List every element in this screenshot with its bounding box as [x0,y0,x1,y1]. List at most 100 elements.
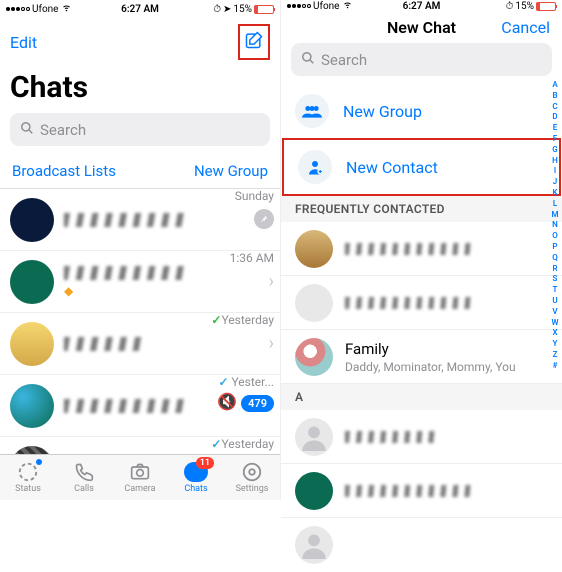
index-letter[interactable]: E [549,123,561,134]
chat-row[interactable]: ◆ 1:36 AM › [0,251,280,313]
search-input[interactable]: Search [10,113,270,146]
avatar [295,338,333,376]
clock: 6:27 AM [403,1,441,12]
index-letter[interactable]: O [549,231,561,242]
index-letter[interactable]: F [549,134,561,145]
index-letter[interactable]: # [549,361,561,372]
frequently-contacted-header: FREQUENTLY CONTACTED [281,196,562,222]
index-letter[interactable]: G [549,145,561,156]
status-bar: Ufone 6:27 AM ⏱ ➤ 15% [0,0,280,18]
index-letter[interactable]: Y [549,339,561,350]
battery-pct: 15% [233,4,252,15]
index-letter[interactable]: U [549,296,561,307]
search-icon [20,120,34,139]
tab-chats[interactable]: 11 Chats [168,455,224,500]
tab-label: Calls [74,484,94,494]
cancel-button[interactable]: Cancel [501,18,550,37]
chat-name-redacted [64,266,184,280]
index-letter[interactable]: N [549,220,561,231]
pinned-icon [254,209,274,229]
index-letter[interactable]: W [549,318,561,329]
tab-camera[interactable]: Camera [112,455,168,500]
compose-icon[interactable] [244,35,264,54]
tab-status[interactable]: Status [0,455,56,500]
search-icon [301,50,315,69]
contact-row-family[interactable]: Family Daddy, Mominator, Mommy, You [281,330,562,384]
index-letter[interactable]: P [549,242,561,253]
tab-label: Camera [124,484,155,494]
avatar-placeholder [295,526,333,564]
chat-row[interactable]: ✓ Yester... 🔇 479 › [0,375,280,437]
chats-screen: Ufone 6:27 AM ⏱ ➤ 15% Edit Chats Search … [0,0,281,500]
index-letter[interactable]: C [549,102,561,113]
contact-row[interactable] [281,222,562,276]
index-letter[interactable]: V [549,307,561,318]
contact-name-redacted [345,485,475,497]
chat-name-redacted [64,337,144,351]
chat-row[interactable]: Sunday › [0,189,280,251]
index-letter[interactable]: L [549,199,561,210]
contact-row[interactable] [281,410,562,464]
edit-button[interactable]: Edit [10,33,37,52]
avatar [10,384,54,428]
new-group-label: New Group [343,102,422,121]
index-letter[interactable]: J [549,177,561,188]
new-contact-row[interactable]: New Contact [284,140,559,194]
contact-row[interactable] [281,464,562,518]
tab-bar: Status Calls Camera 11 Chats Settings [0,454,280,500]
tab-settings[interactable]: Settings [224,455,280,500]
new-group-button[interactable]: New Group [194,162,268,180]
page-title: New Chat [387,18,456,37]
chat-time: ✓Yesterday [211,313,274,327]
chevron-right-icon: › [269,333,274,354]
chat-row[interactable]: ✓Yesterday › [0,437,280,454]
index-letter[interactable]: I [549,166,561,177]
index-letter[interactable]: H [549,156,561,167]
chat-row[interactable]: ✓Yesterday › [0,313,280,375]
index-letter[interactable]: M [549,210,561,221]
contact-row[interactable] [281,518,562,572]
status-dot-icon [36,459,42,465]
signal-icon [287,4,311,8]
index-letter[interactable]: R [549,264,561,275]
index-letter[interactable]: Z [549,350,561,361]
contact-name-redacted [345,297,475,309]
chat-name-redacted [64,399,184,413]
chevron-right-icon: › [269,271,274,292]
broadcast-lists-button[interactable]: Broadcast Lists [12,162,116,180]
chat-time: ✓ Yester... [217,375,274,389]
index-letter[interactable]: Q [549,253,561,264]
index-letter[interactable]: B [549,91,561,102]
tab-label: Status [15,484,41,494]
new-group-row[interactable]: New Group [281,84,562,138]
chats-badge: 11 [196,457,214,469]
index-letter[interactable]: X [549,328,561,339]
chats-header: Edit [0,18,280,66]
broadcast-row: Broadcast Lists New Group [0,154,280,189]
alarm-icon: ⏱ [213,4,221,15]
search-placeholder: Search [321,51,367,69]
camera-icon [128,461,152,483]
index-letter[interactable]: A [549,80,561,91]
contact-name: Family [345,340,516,358]
clock: 6:27 AM [121,4,159,15]
search-input[interactable]: Search [291,43,552,76]
chat-name-redacted [64,213,184,227]
read-check-icon: ✓ [211,437,221,451]
chat-time: ✓Yesterday [211,437,274,451]
index-letter[interactable]: D [549,112,561,123]
new-chat-screen: Ufone 6:27 AM ⏱ 15% New Chat Cancel Sear… [281,0,562,500]
page-title: Chats [0,66,280,113]
contact-row[interactable] [281,276,562,330]
index-letter[interactable]: K [549,188,561,199]
new-contact-icon [298,150,332,184]
index-letter[interactable]: T [549,285,561,296]
index-letter[interactable]: S [549,274,561,285]
contact-name-redacted [345,243,475,255]
alphabet-index[interactable]: ABCDEFGHIJKLMNOPQRSTUVWXYZ# [549,80,561,500]
avatar [295,230,333,268]
tab-calls[interactable]: Calls [56,455,112,500]
read-check-icon: ✓ [218,375,228,389]
read-check-icon: ✓ [211,313,221,327]
chat-list[interactable]: Sunday › ◆ 1:36 AM › ✓Yesterday › [0,189,280,454]
